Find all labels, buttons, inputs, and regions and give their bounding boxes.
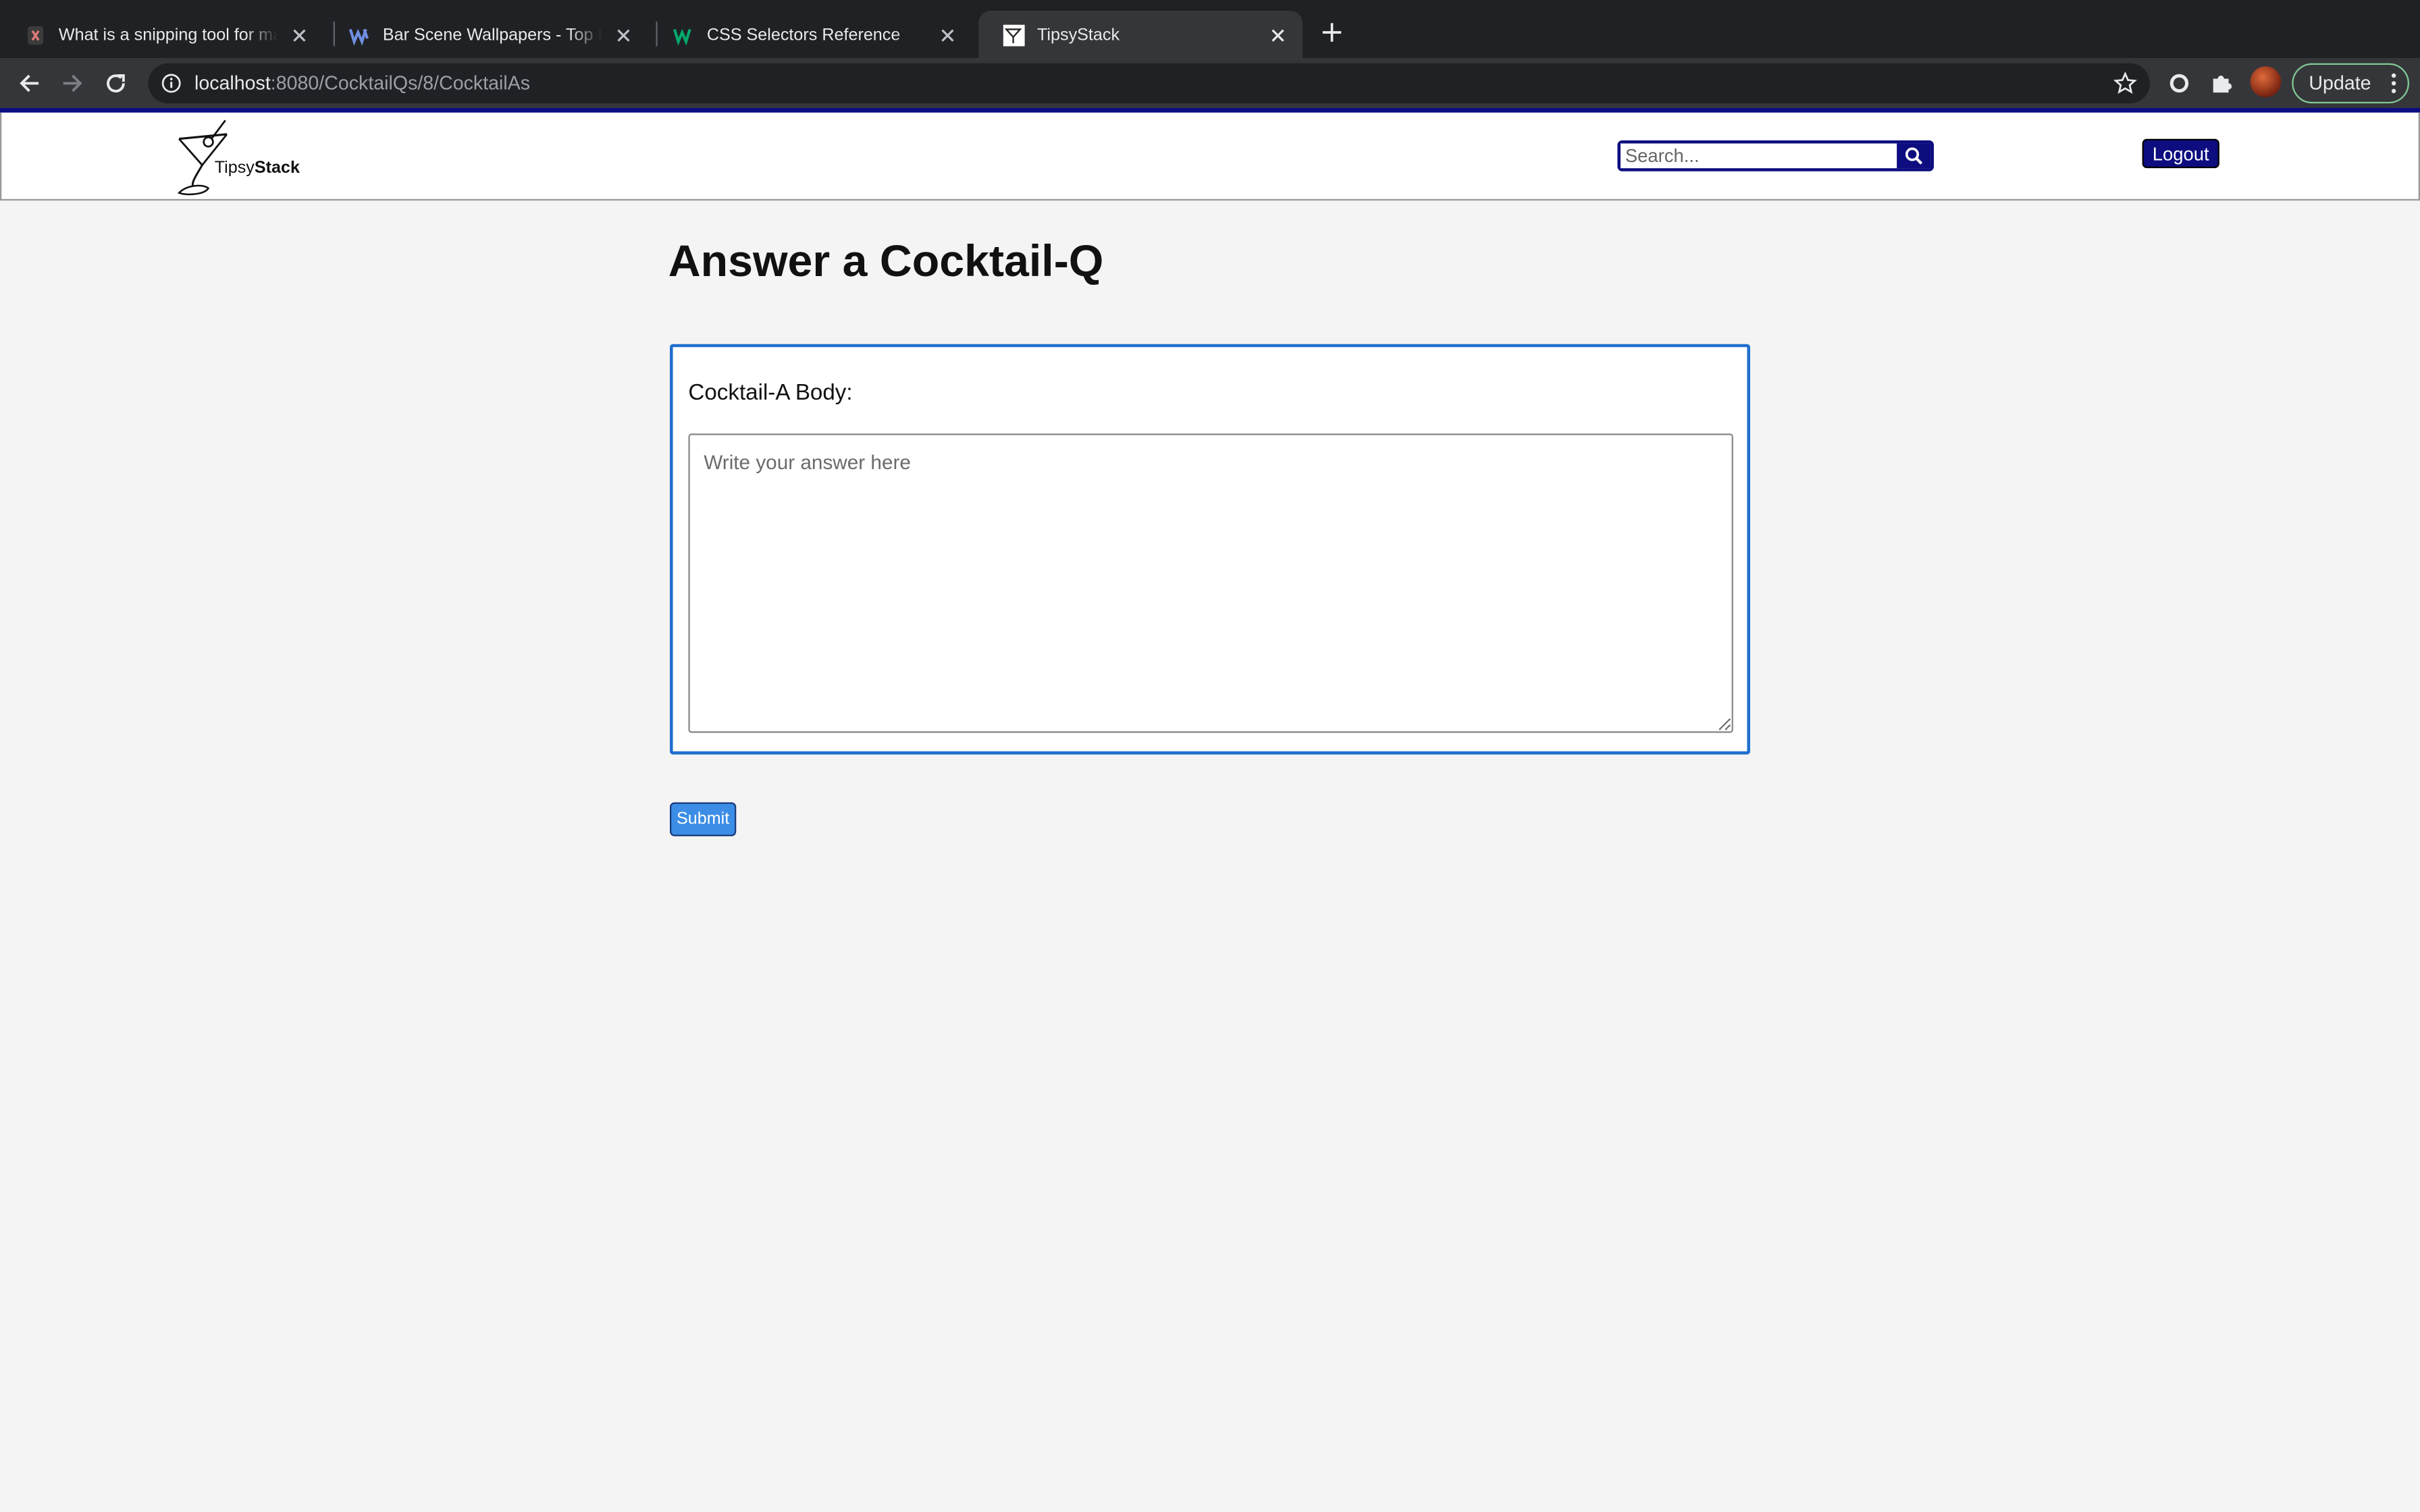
logo-text-bold: Stack [254, 159, 300, 178]
w3-favicon-icon [673, 28, 691, 45]
info-icon[interactable] [161, 72, 182, 94]
browser-tab-1[interactable]: What is a snipping tool for mac [0, 11, 324, 59]
tipsystack-logo[interactable]: TipsyStack [174, 117, 313, 198]
snipping-favicon-icon [28, 25, 43, 45]
tab-title: Bar Scene Wallpapers - Top Free [382, 25, 602, 45]
tipsystack-favicon-icon [1003, 24, 1025, 46]
logo-text: TipsyStack [215, 159, 300, 177]
wallpaper-favicon-icon [348, 28, 369, 45]
new-tab-icon[interactable] [1319, 20, 1344, 45]
search-button[interactable] [1897, 143, 1931, 169]
answer-body-textarea[interactable] [688, 433, 1733, 733]
submit-button[interactable]: Submit [670, 802, 737, 836]
search-icon [1905, 147, 1923, 165]
url-text: localhost:8080/CocktailQs/8/CocktailAs [194, 72, 530, 94]
reload-icon[interactable] [101, 68, 132, 99]
kebab-menu-icon[interactable] [2391, 72, 2397, 94]
extension-circle-icon[interactable] [2164, 68, 2195, 99]
browser-toolbar: localhost:8080/CocktailQs/8/CocktailAs U… [0, 58, 2420, 108]
tab-title: What is a snipping tool for mac [58, 25, 278, 45]
url-path: :8080/CocktailQs/8/CocktailAs [270, 72, 531, 94]
update-label: Update [2309, 72, 2371, 94]
tab-title: CSS Selectors Reference [706, 25, 901, 45]
close-icon[interactable] [287, 22, 312, 47]
browser-tabstrip: What is a snipping tool for mac Bar Scen… [0, 0, 2420, 59]
screen: What is a snipping tool for mac Bar Scen… [0, 0, 2420, 1512]
martini-glass-icon [177, 119, 228, 196]
bookmark-star-icon[interactable] [2113, 71, 2138, 96]
puzzle-extensions-icon[interactable] [2207, 68, 2238, 99]
profile-avatar[interactable] [2250, 66, 2282, 97]
update-button[interactable]: Update [2292, 63, 2410, 104]
close-icon[interactable] [611, 22, 636, 47]
back-arrow-icon[interactable] [14, 68, 45, 99]
header-accent-line [0, 108, 2420, 113]
search-box [1617, 140, 1935, 171]
browser-tab-3[interactable]: CSS Selectors Reference [648, 11, 972, 59]
browser-tab-4[interactable]: TipsyStack [978, 11, 1303, 59]
answer-body-label: Cocktail-A Body: [688, 381, 853, 406]
logo-text-light: Tipsy [214, 159, 255, 178]
answer-form-card: Cocktail-A Body: [670, 344, 1751, 755]
logout-button[interactable]: Logout [2142, 138, 2219, 169]
site-header: TipsyStack Logout [0, 112, 2420, 201]
close-icon[interactable] [1265, 22, 1290, 47]
forward-arrow-icon[interactable] [57, 68, 88, 99]
tab-title: TipsyStack [1037, 25, 1120, 45]
page-title: Answer a Cocktail-Q [668, 238, 1104, 288]
close-icon[interactable] [935, 22, 960, 47]
url-host: localhost [194, 72, 271, 94]
browser-tab-2[interactable]: Bar Scene Wallpapers - Top Free [324, 11, 648, 59]
address-bar[interactable]: localhost:8080/CocktailQs/8/CocktailAs [148, 63, 2151, 104]
search-input[interactable] [1621, 143, 1897, 169]
